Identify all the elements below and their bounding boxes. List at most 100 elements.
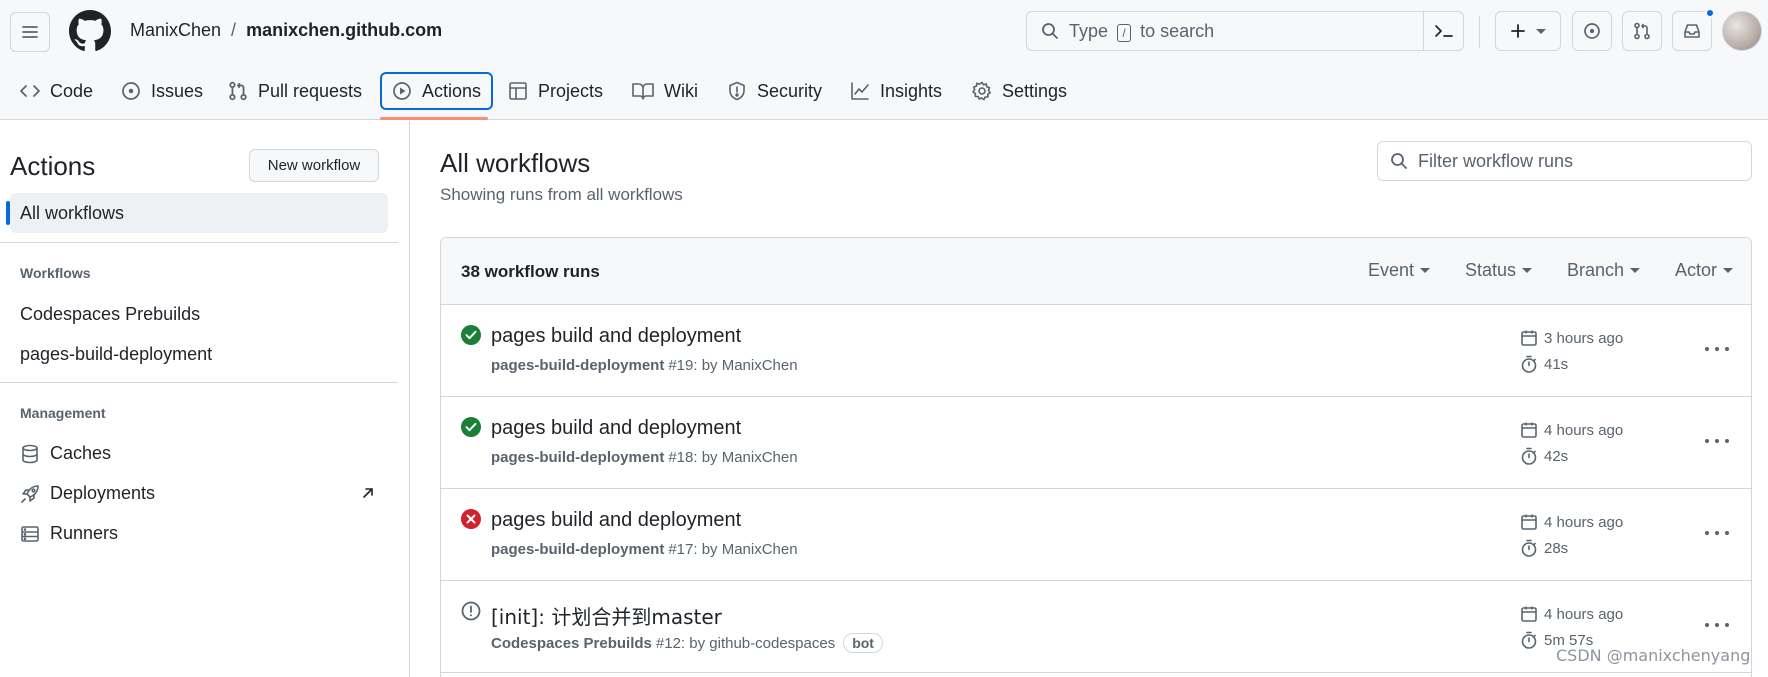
stopwatch-icon	[1520, 539, 1538, 557]
actions-sidebar: Actions New workflow All workflows Workf…	[0, 121, 410, 677]
tab-projects[interactable]: Projects	[498, 72, 613, 110]
issue-icon	[121, 81, 141, 101]
run-options-button[interactable]	[1705, 615, 1729, 635]
hamburger-icon	[21, 23, 39, 41]
tab-code[interactable]: Code	[10, 72, 103, 110]
bot-badge: bot	[843, 633, 883, 653]
header-divider	[1479, 16, 1480, 48]
plus-icon	[1510, 23, 1526, 39]
menu-button[interactable]	[10, 12, 50, 52]
stopwatch-icon	[1520, 447, 1538, 465]
watermark: CSDN @manixchenyang	[1556, 646, 1751, 665]
run-meta: pages-build-deployment #18: by ManixChen	[491, 449, 798, 466]
filter-workflow-runs-input[interactable]: Filter workflow runs	[1377, 141, 1752, 181]
inbox-icon	[1683, 22, 1701, 40]
actor-filter-dropdown[interactable]: Actor	[1675, 260, 1734, 281]
sidebar-item-caches[interactable]: Caches	[20, 443, 111, 464]
workflow-run-row[interactable]: pages build and deployment pages-build-d…	[441, 489, 1751, 581]
sidebar-item-runners[interactable]: Runners	[20, 523, 118, 544]
sidebar-divider	[0, 382, 398, 383]
chevron-down-icon	[1420, 268, 1431, 273]
stopwatch-icon	[1520, 631, 1538, 649]
gear-icon	[972, 81, 992, 101]
run-options-button[interactable]	[1705, 339, 1729, 359]
tab-security[interactable]: Security	[717, 72, 832, 110]
neutral-alert-icon	[461, 601, 481, 621]
management-heading: Management	[20, 405, 106, 421]
tab-wiki[interactable]: Wiki	[622, 72, 708, 110]
pull-request-icon	[1633, 22, 1651, 40]
run-title-link[interactable]: pages build and deployment	[491, 509, 741, 532]
create-new-button[interactable]	[1495, 11, 1561, 51]
tab-settings[interactable]: Settings	[962, 72, 1077, 110]
success-check-icon	[461, 325, 481, 345]
run-duration: 42s	[1520, 447, 1568, 465]
chevron-down-icon	[1630, 268, 1641, 273]
issues-shortcut-button[interactable]	[1572, 11, 1612, 51]
page-subtitle: Showing runs from all workflows	[440, 185, 683, 204]
sidebar-item-pages-build-deployment[interactable]: pages-build-deployment	[20, 344, 212, 365]
sidebar-item-all-workflows[interactable]: All workflows	[6, 193, 388, 233]
page-title: All workflows	[440, 148, 591, 178]
branch-filter-dropdown[interactable]: Branch	[1567, 260, 1641, 281]
workflow-runs-list: 38 workflow runs Event Status Branch Act…	[440, 237, 1752, 677]
calendar-icon	[1520, 513, 1538, 531]
run-meta: pages-build-deployment #19: by ManixChen	[491, 357, 798, 374]
status-filter-dropdown[interactable]: Status	[1465, 260, 1533, 281]
breadcrumb: ManixChen / manixchen.github.com	[130, 20, 442, 41]
table-icon	[508, 81, 528, 101]
book-icon	[632, 82, 654, 100]
run-options-button[interactable]	[1705, 523, 1729, 543]
run-meta: Codespaces Prebuilds #12: by github-code…	[491, 633, 883, 653]
breadcrumb-owner-link[interactable]: ManixChen	[130, 20, 221, 41]
new-workflow-button[interactable]: New workflow	[249, 149, 379, 182]
issue-icon	[1583, 22, 1601, 40]
run-title-link[interactable]: pages build and deployment	[491, 417, 741, 440]
tab-insights[interactable]: Insights	[840, 72, 952, 110]
calendar-icon	[1520, 329, 1538, 347]
chevron-down-icon	[1723, 268, 1734, 273]
breadcrumb-repo-link[interactable]: manixchen.github.com	[246, 20, 442, 41]
workflows-heading: Workflows	[20, 265, 91, 281]
pull-requests-shortcut-button[interactable]	[1622, 11, 1662, 51]
command-palette-button[interactable]	[1423, 12, 1463, 50]
inbox-button[interactable]	[1672, 8, 1715, 51]
calendar-icon	[1520, 421, 1538, 439]
tab-actions[interactable]: Actions	[380, 72, 494, 110]
workflow-run-row[interactable]: pages build and deployment pages-build-d…	[441, 397, 1751, 489]
run-timestamp: 4 hours ago	[1520, 605, 1623, 623]
chevron-down-icon	[1522, 268, 1533, 273]
sidebar-item-codespaces-prebuilds[interactable]: Codespaces Prebuilds	[20, 304, 200, 325]
pull-request-icon	[228, 81, 248, 101]
shield-icon	[727, 81, 747, 101]
stopwatch-icon	[1520, 355, 1538, 373]
user-avatar[interactable]	[1722, 11, 1762, 51]
server-icon	[20, 524, 40, 544]
search-icon	[1041, 22, 1059, 40]
run-title-link[interactable]: [init]: 计划合并到master	[491, 601, 722, 630]
database-icon	[20, 444, 40, 464]
run-title-link[interactable]: pages build and deployment	[491, 325, 741, 348]
run-timestamp: 4 hours ago	[1520, 513, 1623, 531]
runs-list-header: 38 workflow runs Event Status Branch Act…	[441, 238, 1751, 305]
global-search-input[interactable]: Type / to search	[1026, 11, 1464, 51]
tab-issues[interactable]: Issues	[111, 72, 213, 110]
play-icon	[392, 81, 412, 101]
github-logo-icon[interactable]	[69, 10, 111, 52]
tab-pull-requests[interactable]: Pull requests	[218, 72, 372, 110]
code-icon	[20, 83, 40, 99]
sidebar-title: Actions	[10, 151, 96, 181]
active-tab-underline	[380, 117, 488, 120]
workflow-run-row[interactable]: pages build and deployment pages-build-d…	[441, 305, 1751, 397]
filter-placeholder: Filter workflow runs	[1418, 150, 1574, 171]
search-placeholder: Type / to search	[1069, 20, 1215, 42]
breadcrumb-separator: /	[231, 20, 237, 40]
run-options-button[interactable]	[1705, 431, 1729, 451]
event-filter-dropdown[interactable]: Event	[1368, 260, 1431, 281]
workflow-run-row[interactable]: [init]: 计划合并到master Codespaces Prebuilds…	[441, 581, 1751, 673]
terminal-icon	[1434, 23, 1454, 39]
calendar-icon	[1520, 605, 1538, 623]
sidebar-item-deployments[interactable]: Deployments	[20, 483, 155, 504]
run-duration: 41s	[1520, 355, 1568, 373]
sidebar-divider	[0, 242, 398, 243]
